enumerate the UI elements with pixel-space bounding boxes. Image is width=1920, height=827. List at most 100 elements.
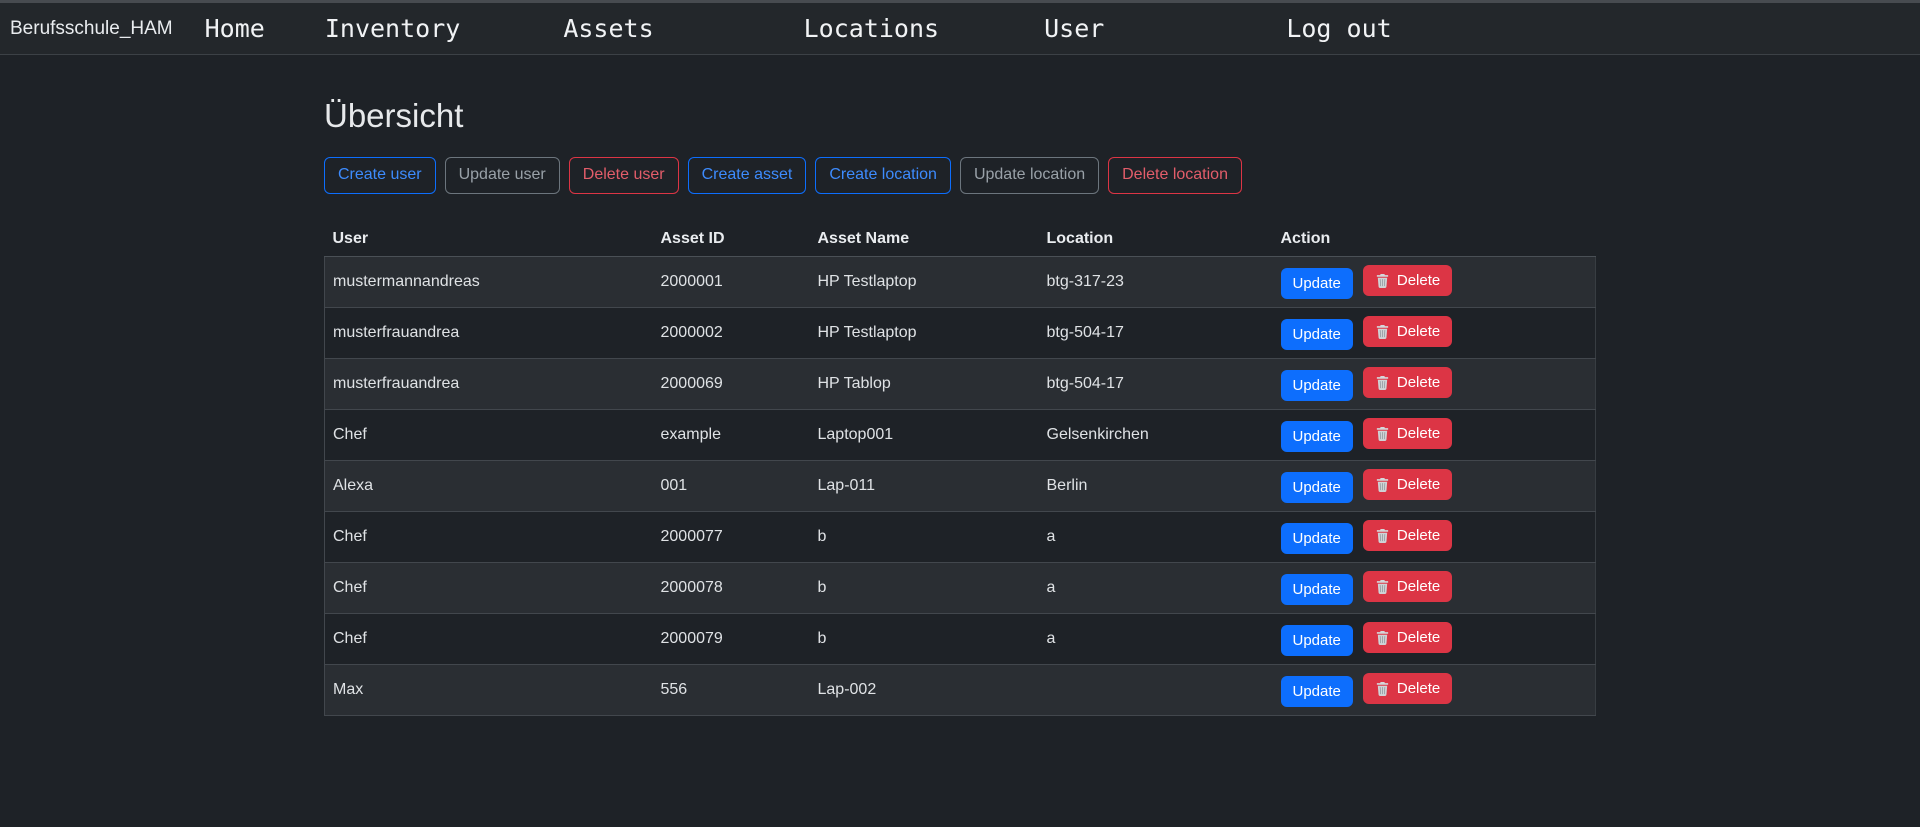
delete-button-label: Delete	[1397, 270, 1440, 291]
cell-action: Update Delete	[1273, 562, 1596, 613]
delete-button[interactable]: Delete	[1363, 622, 1452, 653]
update-button[interactable]: Update	[1281, 574, 1353, 605]
update-button[interactable]: Update	[1281, 370, 1353, 401]
cell-asset-name: HP Tablop	[810, 358, 1039, 409]
navbar: Berufsschule_HAM Home Inventory Assets Loca…	[0, 3, 1920, 55]
column-header-action: Action	[1273, 222, 1596, 257]
cell-asset-id: 556	[653, 664, 810, 715]
nav-item-assets[interactable]: Assets	[563, 14, 653, 43]
cell-location: btg-317-23	[1039, 256, 1273, 307]
trash-icon	[1375, 630, 1390, 645]
update-button[interactable]: Update	[1281, 523, 1353, 554]
table-row: mustermannandreas2000001HP Testlaptopbtg…	[325, 256, 1596, 307]
cell-location: a	[1039, 562, 1273, 613]
create-asset-button[interactable]: Create asset	[688, 157, 807, 194]
create-location-button[interactable]: Create location	[815, 157, 951, 194]
table-row: Chef2000077baUpdateDelete	[325, 511, 1596, 562]
delete-button-label: Delete	[1397, 321, 1440, 342]
cell-action: Update Delete	[1273, 613, 1596, 664]
cell-user: Max	[325, 664, 653, 715]
update-button[interactable]: Update	[1281, 676, 1353, 707]
cell-asset-name: HP Testlaptop	[810, 256, 1039, 307]
cell-asset-id: 2000069	[653, 358, 810, 409]
cell-asset-id: 2000001	[653, 256, 810, 307]
nav-items: Home Inventory Assets Locations User Log out	[173, 14, 1392, 43]
delete-button[interactable]: Delete	[1363, 265, 1452, 296]
table-header-row: UserAsset IDAsset NameLocationAction	[325, 222, 1596, 257]
cell-asset-id: example	[653, 409, 810, 460]
page-title: Übersicht	[324, 97, 1596, 135]
cell-asset-name: Lap-011	[810, 460, 1039, 511]
trash-icon	[1375, 324, 1390, 339]
cell-location: btg-504-17	[1039, 307, 1273, 358]
table-row: musterfrauandrea2000069HP Tablopbtg-504-…	[325, 358, 1596, 409]
toolbar: Create userUpdate userDelete userCreate …	[324, 157, 1596, 194]
delete-button-label: Delete	[1397, 627, 1440, 648]
column-header-asset-id: Asset ID	[653, 222, 810, 257]
main-content: Übersicht Create userUpdate userDelete u…	[324, 97, 1596, 716]
trash-icon	[1375, 579, 1390, 594]
cell-user: Chef	[325, 409, 653, 460]
nav-item-home[interactable]: Home	[205, 14, 265, 43]
cell-action: Update Delete	[1273, 307, 1596, 358]
delete-button[interactable]: Delete	[1363, 316, 1452, 347]
nav-item-log-out[interactable]: Log out	[1286, 14, 1391, 43]
cell-user: musterfrauandrea	[325, 307, 653, 358]
delete-button-label: Delete	[1397, 525, 1440, 546]
cell-location: Berlin	[1039, 460, 1273, 511]
cell-action: Update Delete	[1273, 511, 1596, 562]
nav-item-inventory[interactable]: Inventory	[325, 14, 460, 43]
column-header-asset-name: Asset Name	[810, 222, 1039, 257]
cell-asset-id: 001	[653, 460, 810, 511]
table-body: mustermannandreas2000001HP Testlaptopbtg…	[325, 256, 1596, 715]
delete-user-button[interactable]: Delete user	[569, 157, 679, 194]
cell-action: Update Delete	[1273, 664, 1596, 715]
navbar-brand[interactable]: Berufsschule_HAM	[10, 18, 173, 40]
delete-button[interactable]: Delete	[1363, 367, 1452, 398]
cell-action: Update Delete	[1273, 409, 1596, 460]
update-location-button[interactable]: Update location	[960, 157, 1099, 194]
delete-button[interactable]: Delete	[1363, 418, 1452, 449]
cell-asset-name: b	[810, 562, 1039, 613]
table-row: Chef2000078baUpdateDelete	[325, 562, 1596, 613]
table-row: Chef2000079baUpdateDelete	[325, 613, 1596, 664]
delete-button-label: Delete	[1397, 678, 1440, 699]
cell-asset-name: b	[810, 613, 1039, 664]
nav-item-user[interactable]: User	[1044, 14, 1104, 43]
cell-asset-name: Laptop001	[810, 409, 1039, 460]
delete-button[interactable]: Delete	[1363, 673, 1452, 704]
delete-button[interactable]: Delete	[1363, 520, 1452, 551]
update-button[interactable]: Update	[1281, 319, 1353, 350]
cell-user: musterfrauandrea	[325, 358, 653, 409]
cell-location: a	[1039, 613, 1273, 664]
table-row: musterfrauandrea2000002HP Testlaptopbtg-…	[325, 307, 1596, 358]
update-user-button[interactable]: Update user	[445, 157, 560, 194]
update-button[interactable]: Update	[1281, 625, 1353, 656]
assets-table: UserAsset IDAsset NameLocationAction mus…	[324, 222, 1596, 716]
create-user-button[interactable]: Create user	[324, 157, 436, 194]
trash-icon	[1375, 528, 1390, 543]
nav-item-locations[interactable]: Locations	[804, 14, 939, 43]
delete-button-label: Delete	[1397, 423, 1440, 444]
cell-user: Chef	[325, 613, 653, 664]
cell-location	[1039, 664, 1273, 715]
cell-asset-id: 2000078	[653, 562, 810, 613]
trash-icon	[1375, 273, 1390, 288]
cell-location: btg-504-17	[1039, 358, 1273, 409]
cell-user: Chef	[325, 511, 653, 562]
cell-asset-name: b	[810, 511, 1039, 562]
table-row: Max556Lap-002 Update Delete	[325, 664, 1596, 715]
trash-icon	[1375, 375, 1390, 390]
cell-user: Alexa	[325, 460, 653, 511]
update-button[interactable]: Update	[1281, 421, 1353, 452]
table-row: ChefexampleLaptop001GelsenkirchenUpdateD…	[325, 409, 1596, 460]
update-button[interactable]: Update	[1281, 472, 1353, 503]
cell-asset-name: Lap-002	[810, 664, 1039, 715]
trash-icon	[1375, 426, 1390, 441]
delete-button[interactable]: Delete	[1363, 469, 1452, 500]
update-button[interactable]: Update	[1281, 268, 1353, 299]
cell-asset-name: HP Testlaptop	[810, 307, 1039, 358]
delete-button[interactable]: Delete	[1363, 571, 1452, 602]
delete-location-button[interactable]: Delete location	[1108, 157, 1242, 194]
delete-button-label: Delete	[1397, 474, 1440, 495]
